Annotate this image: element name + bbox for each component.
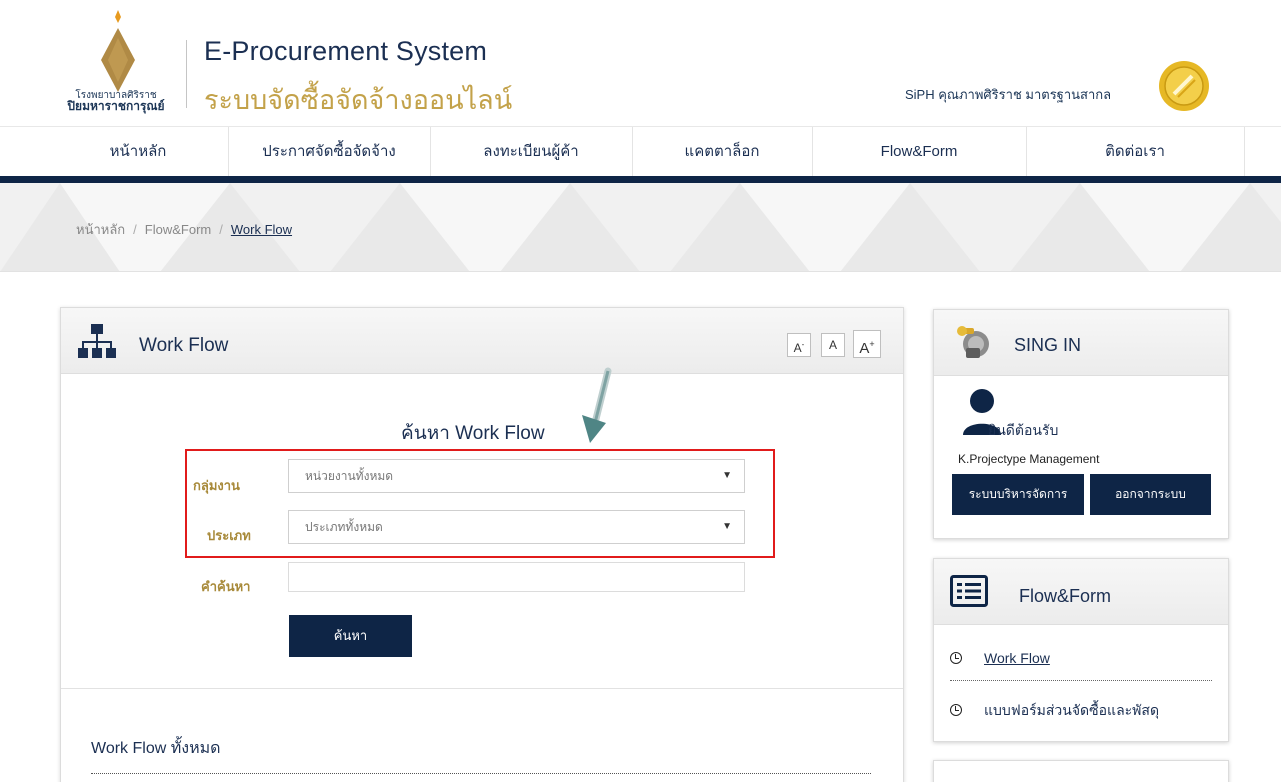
welcome-text: ยินดีต้อนรับ <box>988 422 1059 438</box>
panel-divider <box>61 688 903 689</box>
sitemap-icon <box>78 324 116 358</box>
font-increase-button[interactable]: A+ <box>853 330 881 358</box>
type-select-value: ประเภททั้งหมด <box>305 520 383 534</box>
flowform-link-forms[interactable]: แบบฟอร์มส่วนจัดซื้อและพัสดุ <box>950 700 1159 722</box>
all-workflow-title: Work Flow ทั้งหมด <box>91 740 221 757</box>
main-nav: หน้าหลัก ประกาศจัดซื้อจัดจ้าง ลงทะเบียนผ… <box>0 126 1281 179</box>
hospital-name-line2: ปิยมหาราชการุณย์ <box>67 99 165 113</box>
font-increase-label: A <box>859 340 870 357</box>
flowform-link-workflow[interactable]: Work Flow <box>950 650 1050 666</box>
clock-icon <box>950 704 962 716</box>
sidebar-card-partial <box>933 760 1229 782</box>
dotted-divider <box>91 773 871 774</box>
workflow-panel: Work Flow A- A A+ ค้นหา Work Flow กลุ่มง… <box>60 307 904 782</box>
flowform-header: Flow&Form <box>934 559 1228 625</box>
group-select[interactable]: หน่วยงานทั้งหมด ▼ <box>288 459 745 493</box>
hospital-logo[interactable] <box>100 10 136 92</box>
signin-title: SING IN <box>1014 335 1082 355</box>
user-name: K.Projectype Management <box>958 452 1100 466</box>
siph-tagline: SiPH คุณภาพศิริราช มาตรฐานสากล <box>905 87 1112 102</box>
breadcrumb-current[interactable]: Work Flow <box>231 222 292 237</box>
forms-link-label[interactable]: แบบฟอร์มส่วนจัดซื้อและพัสดุ <box>984 702 1159 718</box>
breadcrumb-separator: / <box>219 222 223 237</box>
nav-home[interactable]: หน้าหลัก <box>48 127 228 177</box>
search-heading: ค้นหา Work Flow <box>401 423 545 444</box>
font-normal-button[interactable]: A <box>821 333 845 357</box>
panel-title: Work Flow <box>139 335 229 356</box>
font-decrease-button[interactable]: A- <box>787 333 811 357</box>
hospital-name: โรงพยาบาลศิริราช ปิยมหาราชการุณย์ <box>60 90 172 112</box>
annotation-arrow-icon <box>582 367 612 443</box>
group-label: กลุ่มงาน <box>193 478 240 493</box>
admin-button[interactable]: ระบบบริหารจัดการ <box>952 474 1084 515</box>
system-title: E-Procurement System <box>204 36 488 66</box>
type-label: ประเภท <box>207 528 251 543</box>
workflow-link-label[interactable]: Work Flow <box>984 650 1050 666</box>
site-header: โรงพยาบาลศิริราช ปิยมหาราชการุณย์ E-Proc… <box>0 0 1281 125</box>
keyword-label: คำค้นหา <box>201 579 251 594</box>
flowform-title: Flow&Form <box>1019 586 1112 606</box>
keyword-input[interactable] <box>288 562 745 592</box>
type-select[interactable]: ประเภททั้งหมด ▼ <box>288 510 745 544</box>
breadcrumb-section[interactable]: Flow&Form <box>145 222 211 237</box>
chevron-down-icon: ▼ <box>722 521 732 532</box>
group-select-value: หน่วยงานทั้งหมด <box>305 469 394 483</box>
breadcrumb-home[interactable]: หน้าหลัก <box>76 222 125 237</box>
logout-button[interactable]: ออกจากระบบ <box>1090 474 1211 515</box>
nav-contact[interactable]: ติดต่อเรา <box>1026 127 1244 177</box>
breadcrumb-separator: / <box>133 222 137 237</box>
logo-divider <box>186 40 187 108</box>
nav-catalog[interactable]: แคตตาล็อก <box>632 127 812 177</box>
nav-vendor-register[interactable]: ลงทะเบียนผู้ค้า <box>430 127 632 177</box>
nav-divider <box>1244 127 1245 177</box>
search-button[interactable]: ค้นหา <box>289 615 412 657</box>
system-subtitle: ระบบจัดซื้อจัดจ้างออนไลน์ <box>204 85 513 115</box>
nav-announcements[interactable]: ประกาศจัดซื้อจัดจ้าง <box>228 127 430 177</box>
dotted-divider <box>950 680 1212 681</box>
font-decrease-label: A <box>793 341 802 355</box>
chevron-down-icon: ▼ <box>722 470 732 481</box>
breadcrumb: หน้าหลัก / Flow&Form / Work Flow <box>76 219 292 240</box>
nav-flow-form[interactable]: Flow&Form <box>812 127 1026 177</box>
panel-header: Work Flow A- A A+ <box>61 308 903 374</box>
signin-header: SING IN <box>934 310 1228 376</box>
quality-seal-icon <box>1159 61 1209 111</box>
key-lock-icon <box>957 326 989 358</box>
nav-underline <box>0 176 1281 183</box>
clock-icon <box>950 652 962 664</box>
list-icon <box>950 575 988 607</box>
